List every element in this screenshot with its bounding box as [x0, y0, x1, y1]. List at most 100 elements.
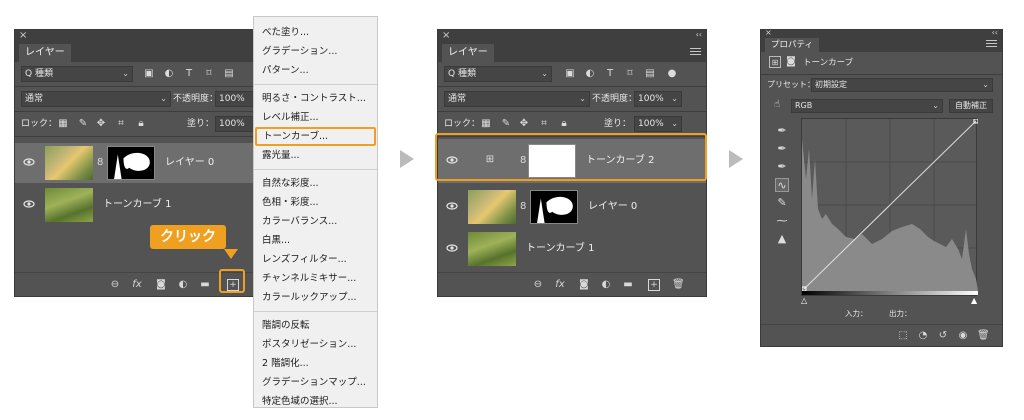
menu-item[interactable]: レンズフィルター... [254, 250, 377, 269]
opacity-field[interactable]: 100% [215, 91, 255, 107]
clipping-warning-icon[interactable]: ▲ [775, 232, 789, 246]
layer-row[interactable]: 8 レイヤー 0 [438, 187, 706, 227]
white-slider-icon[interactable]: ▲ [971, 296, 977, 305]
menu-item[interactable]: 色相・彩度... [254, 193, 377, 212]
reset-icon[interactable]: ↺ [937, 330, 949, 342]
collapse-icon[interactable]: ‹‹ [696, 30, 702, 39]
curve-edit-points-icon[interactable]: ∿ [775, 178, 789, 192]
menu-item[interactable]: 階調の反転 [254, 316, 377, 335]
black-slider-icon[interactable]: △ [801, 296, 807, 305]
menu-item[interactable]: レベル補正... [254, 108, 377, 127]
folder-icon[interactable]: ▬ [622, 279, 634, 291]
white-point-eyedropper-icon[interactable]: ✒︎ [775, 160, 789, 174]
menu-item[interactable]: 特定色域の選択... [254, 392, 377, 411]
adjustment-layer-icon[interactable]: ◐ [177, 279, 189, 291]
shape-filter-icon[interactable]: ⌑ [624, 68, 636, 80]
image-filter-icon[interactable]: ▣ [143, 68, 155, 80]
link-layers-icon[interactable]: ⊖ [109, 279, 121, 291]
menu-item[interactable]: グラデーションマップ... [254, 373, 377, 392]
eye-icon[interactable] [446, 242, 458, 254]
view-previous-icon[interactable]: ◔ [917, 330, 929, 342]
layer-row[interactable]: 8 レイヤー 0 [15, 143, 256, 183]
black-point-eyedropper-icon[interactable]: ✒︎ [775, 124, 789, 138]
fill-field[interactable]: 100% ⌄ [634, 116, 682, 132]
menu-item[interactable]: 白黒... [254, 231, 377, 250]
visibility-eye-icon[interactable]: ◉ [957, 330, 969, 342]
new-layer-icon[interactable]: + [648, 279, 660, 291]
link-icon[interactable]: 8 [520, 201, 528, 213]
close-icon[interactable]: × [19, 30, 27, 41]
lock-all-icon[interactable]: 🔒︎ [135, 118, 147, 130]
eye-icon[interactable] [446, 200, 458, 212]
menu-item[interactable]: 自然な彩度... [254, 174, 377, 193]
smart-object-filter-icon[interactable]: ▤ [644, 68, 656, 80]
pencil-draw-icon[interactable]: ✎ [775, 196, 789, 210]
panel-menu-icon[interactable] [690, 48, 701, 57]
tab-properties[interactable]: プロパティ [765, 38, 819, 52]
lock-paint-icon[interactable]: ✎ [500, 118, 512, 130]
collapse-icon[interactable]: ‹‹ [992, 28, 998, 37]
add-mask-icon[interactable]: ◙ [578, 279, 590, 291]
lock-paint-icon[interactable]: ✎ [77, 118, 89, 130]
layer-row[interactable]: トーンカーブ 1 [15, 185, 256, 225]
folder-icon[interactable]: ▬ [199, 279, 211, 291]
menu-item[interactable]: グラデーション... [254, 42, 377, 61]
lock-artboard-icon[interactable]: ⌗ [115, 118, 127, 130]
menu-item[interactable]: 2 階調化... [254, 354, 377, 373]
lock-transparent-icon[interactable]: ▦ [480, 118, 492, 130]
layer-filter-select[interactable]: Q 種類 ⌄ [444, 66, 552, 82]
trash-icon[interactable]: 🗑︎ [977, 330, 990, 342]
menu-item[interactable]: カラーバランス... [254, 212, 377, 231]
lock-move-icon[interactable]: ✥ [518, 118, 530, 130]
lock-artboard-icon[interactable]: ⌗ [538, 118, 550, 130]
image-filter-icon[interactable]: ▣ [564, 68, 576, 80]
menu-item[interactable]: パターン... [254, 61, 377, 80]
menu-item[interactable]: 露光量... [254, 146, 377, 165]
tab-layers[interactable]: レイヤー [442, 44, 494, 62]
shape-filter-icon[interactable]: ⌑ [203, 68, 215, 80]
layer-row[interactable]: トーンカーブ 1 [438, 229, 706, 269]
menu-item[interactable]: べた塗り... [254, 23, 377, 42]
lock-all-icon[interactable]: 🔒︎ [558, 118, 570, 130]
curves-graph[interactable] [801, 118, 979, 296]
link-icon[interactable]: 8 [97, 157, 105, 169]
gray-point-eyedropper-icon[interactable]: ✒︎ [775, 142, 789, 156]
menu-item[interactable]: チャンネルミキサー... [254, 269, 377, 288]
opacity-field[interactable]: 100% ⌄ [634, 91, 682, 107]
clip-to-layer-icon[interactable]: ⬚ [897, 330, 909, 342]
lock-move-icon[interactable]: ✥ [95, 118, 107, 130]
type-filter-icon[interactable]: T [183, 68, 195, 80]
smart-object-filter-icon[interactable]: ▤ [223, 68, 235, 80]
add-mask-icon[interactable]: ◙ [155, 279, 167, 291]
smooth-curve-icon[interactable]: ⁓ [775, 214, 789, 228]
channel-select[interactable]: RGB ⌄ [791, 99, 943, 113]
adjustment-filter-icon[interactable]: ◐ [163, 68, 175, 80]
tab-layers[interactable]: レイヤー [19, 44, 71, 62]
fx-icon[interactable]: fx [554, 279, 566, 291]
close-icon[interactable]: × [442, 30, 450, 41]
adjustment-filter-icon[interactable]: ◐ [584, 68, 596, 80]
fx-icon[interactable]: fx [131, 279, 143, 291]
on-image-adjust-icon[interactable]: ☝︎ [771, 99, 783, 111]
eye-icon[interactable] [23, 198, 35, 210]
adjustment-layer-icon[interactable]: ◐ [600, 279, 612, 291]
menu-item[interactable]: ポスタリゼーション... [254, 335, 377, 354]
close-icon[interactable]: × [765, 28, 772, 37]
lock-transparent-icon[interactable]: ▦ [57, 118, 69, 130]
trash-icon[interactable]: 🗑︎ [672, 279, 685, 291]
mask-icon[interactable]: ◙ [785, 56, 797, 68]
fill-field[interactable]: 100% [215, 116, 255, 132]
menu-item[interactable]: カラールックアップ... [254, 288, 377, 307]
filter-toggle-icon[interactable]: ● [666, 68, 678, 80]
menu-item-curves[interactable]: トーンカーブ... [255, 127, 376, 146]
link-layers-icon[interactable]: ⊖ [532, 279, 544, 291]
layer-filter-select[interactable]: Q 種類 ⌄ [21, 66, 133, 82]
blend-mode-select[interactable]: 通常 ⌄ [21, 91, 171, 107]
menu-item[interactable]: 明るさ・コントラスト... [254, 89, 377, 108]
blend-mode-select[interactable]: 通常 ⌄ [444, 91, 590, 107]
auto-button[interactable]: 自動補正 [949, 99, 993, 113]
eye-icon[interactable] [23, 156, 35, 168]
preset-select[interactable]: 初期設定 ⌄ [811, 78, 993, 92]
panel-menu-icon[interactable] [986, 40, 997, 49]
type-filter-icon[interactable]: T [604, 68, 616, 80]
